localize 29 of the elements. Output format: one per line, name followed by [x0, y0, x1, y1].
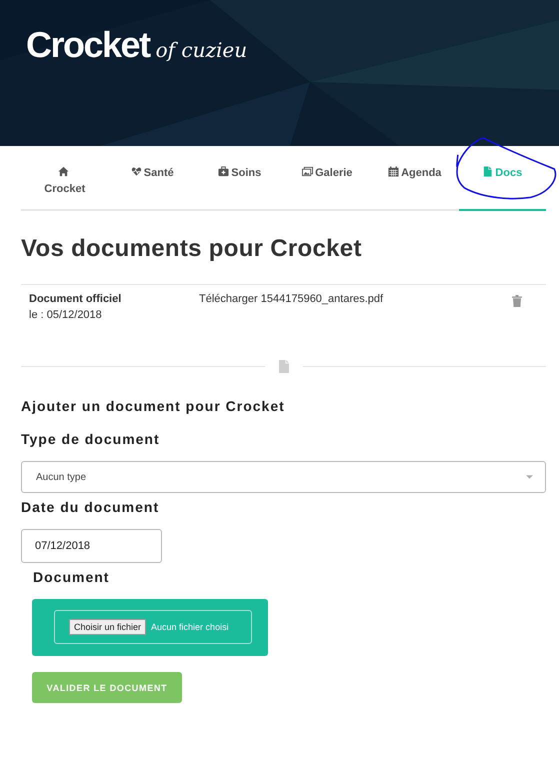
nav-tab[interactable]: Galerie — [284, 146, 371, 209]
nav-tab[interactable]: Santé — [108, 146, 196, 209]
file-icon — [482, 166, 494, 177]
file-status: Aucun fichier choisi — [151, 622, 229, 632]
trash-icon[interactable] — [512, 295, 522, 307]
field-label: Date du document — [21, 499, 160, 515]
medkit-icon — [218, 166, 230, 177]
file-input[interactable]: Choisir un fichier Aucun fichier choisi — [54, 610, 252, 644]
calendar-icon — [388, 166, 400, 177]
logo-script-text: of cuzieu — [156, 38, 248, 62]
date-field[interactable]: 07/12/2018 — [21, 529, 162, 563]
nav-tab[interactable]: Crocket — [21, 146, 108, 209]
caret-icon — [526, 475, 533, 479]
page-title: Vos documents pour Crocket — [21, 235, 363, 263]
choose-file-button[interactable]: Choisir un fichier — [69, 619, 146, 635]
document-type: Document officiel — [29, 293, 122, 305]
nav-tab[interactable]: Soins — [196, 146, 284, 209]
document-date: le : 05/12/2018 — [29, 309, 103, 321]
form-title: Ajouter un document pour Crocket — [21, 398, 286, 414]
images-icon — [302, 166, 314, 177]
logo-text: Crocket — [26, 24, 150, 66]
download-link[interactable]: Télécharger 1544175960_antares.pdf — [199, 293, 512, 353]
type-select[interactable]: Aucun type — [21, 461, 546, 493]
nav-tab[interactable]: Agenda — [371, 146, 458, 209]
heartbeat-icon — [130, 166, 142, 177]
file-icon — [278, 360, 288, 373]
field-label: Document — [33, 569, 110, 585]
field-label: Type de document — [21, 431, 161, 447]
home-icon — [58, 166, 70, 177]
